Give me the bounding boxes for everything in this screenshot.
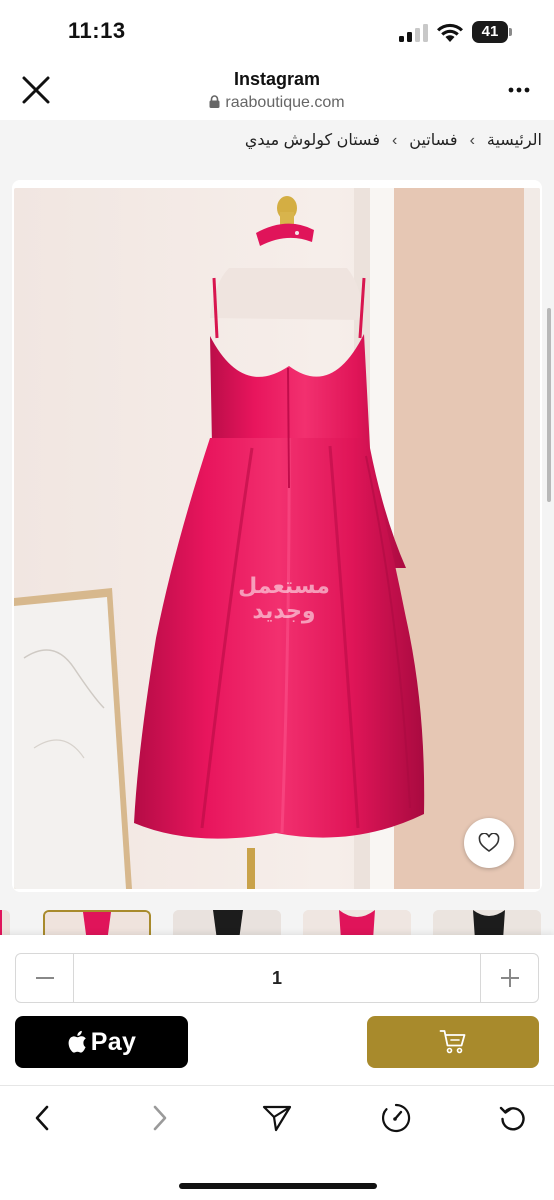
status-time: 11:13 — [68, 18, 126, 43]
battery-icon: 41 — [472, 21, 512, 43]
reload-icon — [499, 1106, 525, 1131]
watermark-line2: وجديد — [252, 599, 315, 624]
back-icon — [35, 1105, 49, 1131]
cellular-signal-icon — [399, 24, 428, 42]
product-image[interactable]: مستعمل وجديد — [14, 188, 540, 889]
quantity-stepper: 1 — [15, 953, 539, 1003]
quantity-value[interactable]: 1 — [74, 954, 480, 1002]
thumbnail-strip — [0, 908, 554, 935]
page-content: الرئيسية › فساتين › فستان كولوش ميدي مستعمل … — [0, 120, 554, 935]
breadcrumb-category[interactable]: فساتين — [409, 130, 457, 150]
wifi-icon — [437, 23, 463, 42]
watermark-line1: مستعمل — [238, 574, 330, 599]
forward-icon — [153, 1105, 167, 1131]
increase-quantity-button[interactable] — [480, 954, 538, 1002]
browser-toolbar — [0, 1085, 554, 1200]
minus-icon — [35, 977, 54, 979]
purchase-panel: 1 Pay — [0, 935, 554, 1085]
thumbnail-selected[interactable] — [43, 910, 151, 935]
product-photo: مستعمل وجديد — [14, 188, 540, 889]
back-button[interactable] — [22, 1100, 62, 1136]
breadcrumb-current: فستان كولوش ميدي — [244, 132, 380, 149]
share-icon — [262, 1105, 292, 1132]
apple-pay-button[interactable]: Pay — [15, 1016, 188, 1068]
home-indicator[interactable] — [179, 1183, 377, 1189]
url-bar[interactable]: raaboutique.com — [0, 94, 554, 112]
breadcrumb: الرئيسية › فساتين › فستان كولوش ميدي — [245, 130, 542, 150]
reload-button[interactable] — [493, 1100, 533, 1136]
thumbnail[interactable] — [303, 910, 411, 935]
share-button[interactable] — [257, 1100, 297, 1136]
cart-icon — [439, 1030, 466, 1054]
url-text: raaboutique.com — [225, 94, 345, 111]
breadcrumb-separator: › — [469, 132, 475, 149]
add-to-cart-button[interactable] — [367, 1016, 539, 1068]
apple-pay-label: Pay — [90, 1027, 137, 1056]
thumbnail[interactable] — [173, 910, 281, 935]
thumbnail[interactable] — [433, 910, 541, 935]
battery-level: 41 — [481, 23, 499, 40]
speed-icon — [381, 1103, 411, 1133]
wishlist-button[interactable] — [464, 818, 514, 868]
speed-button[interactable] — [376, 1100, 416, 1136]
browser-header: Instagram raaboutique.com — [0, 60, 554, 120]
status-bar: 11:13 41 — [0, 0, 554, 60]
scrollbar[interactable] — [547, 308, 551, 502]
product-gallery: مستعمل وجديد — [12, 180, 542, 892]
plus-icon — [500, 969, 519, 987]
heart-icon — [478, 833, 500, 852]
apple-logo-icon — [68, 1030, 86, 1053]
more-icon[interactable] — [504, 78, 534, 102]
lock-icon — [209, 95, 220, 108]
breadcrumb-separator: › — [391, 132, 398, 149]
forward-button[interactable] — [140, 1100, 180, 1136]
browser-title: Instagram — [233, 69, 321, 89]
decrease-quantity-button[interactable] — [16, 954, 74, 1002]
breadcrumb-home[interactable]: الرئيسية — [487, 130, 542, 150]
thumbnail[interactable] — [0, 910, 10, 935]
